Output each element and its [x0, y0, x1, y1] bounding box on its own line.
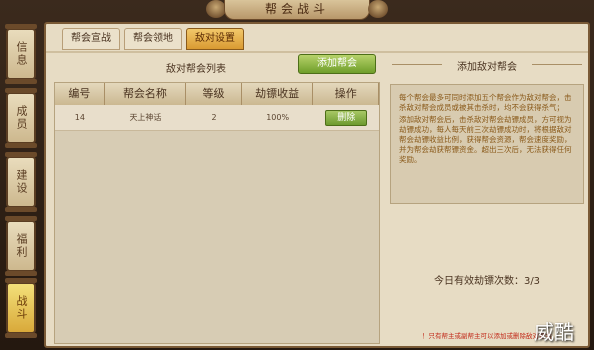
- column-header-action: 操作: [313, 83, 379, 105]
- main-panel: 帮会宣战 帮会领地 敌对设置 敌对帮会列表 添加帮会 编号 帮会名称 等级 劫镖…: [44, 22, 590, 348]
- daily-escort-count: 今日有效劫镖次数：3/3: [433, 276, 541, 287]
- rule-paragraph: 每个帮会最多可同时添加五个帮会作为敌对帮会，击杀敌对帮会成员或被其击杀时，均不会…: [399, 93, 572, 112]
- sidebar-item-build[interactable]: 建设: [5, 152, 37, 212]
- column-header-level: 等级: [186, 83, 242, 105]
- tab-bar: 帮会宣战 帮会领地 敌对设置: [62, 28, 244, 52]
- table-row: 14 天上神话 2 100% 删除: [55, 105, 379, 131]
- watermark-logo: 威酷: [534, 320, 574, 344]
- sidebar-item-members[interactable]: 成员: [5, 88, 37, 148]
- side-navigation: 信息 成员 建设 福利 战斗: [2, 20, 42, 350]
- window-title: 帮会战斗: [224, 0, 370, 20]
- rule-paragraph: 添加敌对帮会后，击杀敌对帮会劫镖成员，方可视为劫镖成功，每人每天前三次劫镖成功时…: [399, 115, 572, 164]
- rules-text-box: 每个帮会最多可同时添加五个帮会作为敌对帮会，击杀敌对帮会成员或被其击杀时，均不会…: [390, 84, 584, 204]
- cell-level: 2: [211, 113, 217, 122]
- table-header: 编号 帮会名称 等级 劫镖收益 操作: [55, 83, 379, 105]
- tab-guild-territory[interactable]: 帮会领地: [124, 28, 182, 50]
- add-enemy-section: 添加敌对帮会 每个帮会最多可同时添加五个帮会作为敌对帮会，击杀敌对帮会成员或被其…: [386, 54, 588, 344]
- sidebar-item-welfare[interactable]: 福利: [5, 216, 37, 276]
- tab-divider: [46, 51, 588, 53]
- cell-action: 删除: [313, 105, 379, 130]
- add-enemy-title: 添加敌对帮会: [386, 58, 588, 73]
- delete-button[interactable]: 删除: [325, 110, 368, 126]
- tab-enemy-settings[interactable]: 敌对设置: [186, 28, 244, 50]
- tab-guild-war[interactable]: 帮会宣战: [62, 28, 120, 50]
- column-header-name: 帮会名称: [104, 83, 187, 105]
- column-header-id: 编号: [55, 83, 105, 105]
- column-header-income: 劫镖收益: [241, 83, 314, 105]
- cell-id: 14: [74, 113, 85, 122]
- sidebar-item-info[interactable]: 信息: [5, 24, 37, 84]
- cell-guild-name: 天上神话: [129, 113, 162, 122]
- title-ornament-left: [206, 0, 226, 18]
- add-guild-button[interactable]: 添加帮会: [298, 54, 376, 74]
- title-ornament-right: [368, 0, 388, 18]
- enemy-guild-table: 编号 帮会名称 等级 劫镖收益 操作 14 天上神话 2 100% 删除: [54, 82, 380, 344]
- sidebar-item-battle[interactable]: 战斗: [5, 278, 37, 338]
- cell-income: 100%: [266, 113, 290, 122]
- enemy-list-title: 敌对帮会列表: [166, 64, 226, 75]
